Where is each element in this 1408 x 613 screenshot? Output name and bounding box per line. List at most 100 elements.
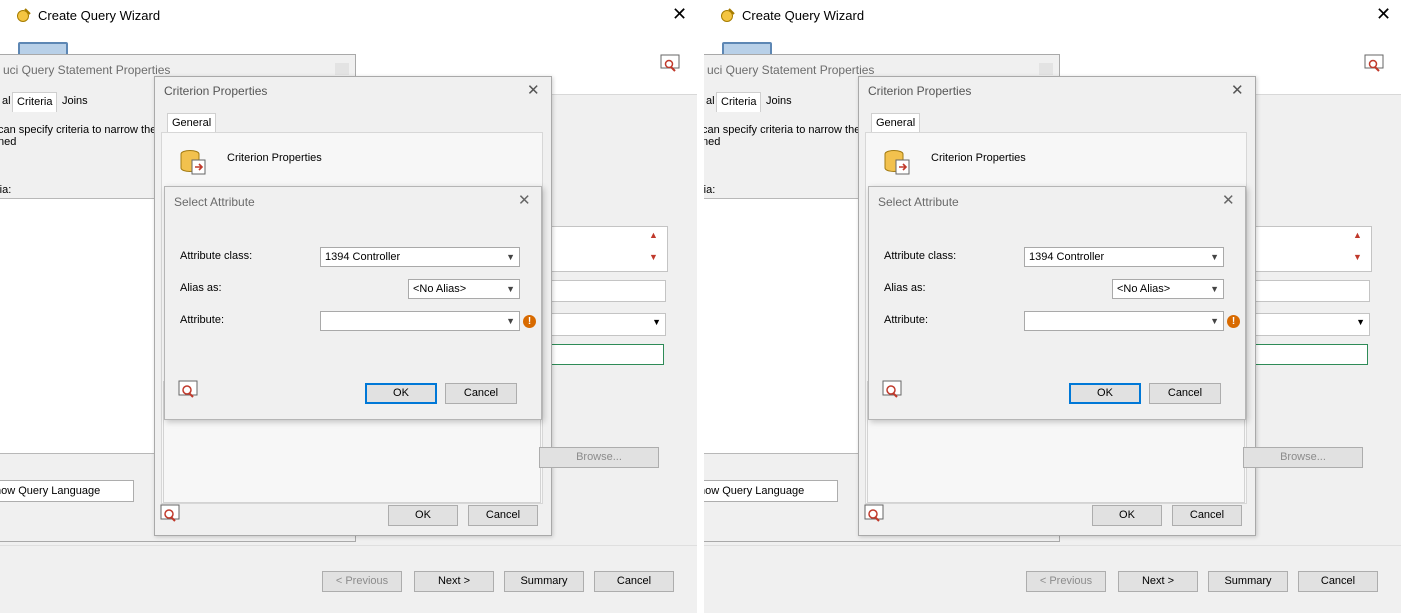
select-attribute-cancel-button[interactable]: Cancel [445, 383, 517, 404]
cancel-button[interactable]: Cancel [594, 571, 674, 592]
select-attribute-dialog: Select Attribute ✕ Attribute class: 1394… [164, 186, 542, 420]
help-user-icon[interactable] [881, 379, 903, 401]
select-attribute-close-button[interactable]: ✕ [1222, 191, 1235, 209]
alias-dropdown[interactable]: <No Alias> ▼ [408, 279, 520, 299]
wizard-footer: < Previous Next > Summary Cancel [704, 545, 1401, 613]
help-user-icon[interactable] [1364, 54, 1384, 74]
value-field-2[interactable]: ▼ [548, 313, 666, 336]
criteria-description: can specify criteria to narrow the ned [704, 124, 861, 148]
criterion-properties-header: Criterion Properties [931, 152, 1026, 164]
summary-button[interactable]: Summary [504, 571, 584, 592]
wizard-close-button[interactable]: ✕ [672, 4, 687, 25]
wizard-title-bar: Create Query Wizard ✕ [0, 0, 697, 32]
attribute-class-label: Attribute class: [180, 250, 253, 262]
tab-criteria[interactable]: Criteria [12, 92, 58, 112]
attribute-dropdown[interactable]: ▼ [320, 311, 520, 331]
move-up-icon[interactable]: ▲ [649, 230, 658, 240]
move-down-icon[interactable]: ▼ [649, 252, 658, 262]
database-criterion-icon [884, 150, 910, 175]
value-field-1[interactable] [548, 280, 666, 302]
value-list-scroll[interactable]: ▲ ▼ [1350, 228, 1366, 268]
show-query-language-button[interactable]: how Query Language [704, 480, 838, 502]
select-attribute-title: Select Attribute [174, 195, 255, 209]
show-query-language-button[interactable]: how Query Language [0, 480, 134, 502]
help-user-icon[interactable] [177, 379, 199, 401]
next-button[interactable]: Next > [1118, 571, 1198, 592]
chevron-down-icon: ▼ [1210, 316, 1219, 326]
cancel-button[interactable]: Cancel [1298, 571, 1378, 592]
alias-dropdown[interactable]: <No Alias> ▼ [1112, 279, 1224, 299]
move-down-icon[interactable]: ▼ [1353, 252, 1362, 262]
criteria-description: can specify criteria to narrow the ned [0, 124, 157, 148]
wizard-title: Create Query Wizard [742, 8, 865, 23]
wizard-app-icon [17, 8, 31, 22]
criterion-properties-close-button[interactable]: ✕ [527, 81, 540, 99]
wizard-title-bar: Create Query Wizard ✕ [704, 0, 1401, 32]
select-attribute-dialog: Select Attribute ✕ Attribute class: 1394… [868, 186, 1246, 420]
tab-general[interactable]: General [871, 113, 921, 132]
attribute-dropdown[interactable]: ▼ [1024, 311, 1224, 331]
chevron-down-icon: ▼ [506, 284, 515, 294]
value-field-2[interactable]: ▼ [1252, 313, 1370, 336]
chevron-down-icon: ▼ [506, 316, 515, 326]
query-statement-close-button[interactable] [335, 63, 349, 75]
wizard-footer: < Previous Next > Summary Cancel [0, 545, 697, 613]
database-criterion-icon [180, 150, 206, 175]
attribute-class-value: 1394 Controller [1029, 251, 1105, 263]
attribute-label: Attribute: [180, 314, 225, 326]
browse-button[interactable]: Browse... [1243, 447, 1363, 468]
summary-button[interactable]: Summary [1208, 571, 1288, 592]
criterion-ok-button[interactable]: OK [1092, 505, 1162, 526]
criterion-properties-title: Criterion Properties [164, 84, 268, 98]
select-attribute-cancel-button[interactable]: Cancel [1149, 383, 1221, 404]
tab-joins[interactable]: Joins [762, 92, 796, 111]
value-field-2-dropdown-arrow[interactable]: ▼ [652, 317, 661, 327]
criterion-properties-header: Criterion Properties [227, 152, 322, 164]
attribute-class-dropdown[interactable]: 1394 Controller ▼ [1024, 247, 1224, 267]
wizard-app-icon [721, 8, 735, 22]
query-statement-close-button[interactable] [1039, 63, 1053, 75]
browse-button[interactable]: Browse... [539, 447, 659, 468]
select-attribute-close-button[interactable]: ✕ [518, 191, 531, 209]
value-field-3[interactable] [548, 344, 664, 365]
tab-joins[interactable]: Joins [58, 92, 92, 111]
alias-value: <No Alias> [413, 283, 467, 295]
warning-icon: ! [523, 315, 536, 328]
help-user-icon[interactable] [660, 54, 680, 74]
criteria-label: ria: [704, 184, 716, 196]
chevron-down-icon: ▼ [506, 252, 515, 262]
tab-criteria[interactable]: Criteria [716, 92, 762, 112]
criteria-label: ria: [0, 184, 12, 196]
value-field-2-dropdown-arrow[interactable]: ▼ [1356, 317, 1365, 327]
criteria-list[interactable] [704, 198, 860, 454]
tab-general[interactable]: General [167, 113, 217, 132]
wizard-title: Create Query Wizard [38, 8, 161, 23]
screenshot-panel-right: Create Query Wizard ✕ uci Query Statemen… [704, 0, 1401, 613]
attribute-class-dropdown[interactable]: 1394 Controller ▼ [320, 247, 520, 267]
select-attribute-ok-button[interactable]: OK [1069, 383, 1141, 404]
criterion-cancel-button[interactable]: Cancel [1172, 505, 1242, 526]
criterion-properties-close-button[interactable]: ✕ [1231, 81, 1244, 99]
move-up-icon[interactable]: ▲ [1353, 230, 1362, 240]
alias-label: Alias as: [884, 282, 926, 294]
value-field-1[interactable] [1252, 280, 1370, 302]
select-attribute-ok-button[interactable]: OK [365, 383, 437, 404]
next-button[interactable]: Next > [414, 571, 494, 592]
criteria-list[interactable] [0, 198, 156, 454]
previous-button[interactable]: < Previous [322, 571, 402, 592]
help-user-icon[interactable] [863, 503, 885, 525]
attribute-class-label: Attribute class: [884, 250, 957, 262]
previous-button[interactable]: < Previous [1026, 571, 1106, 592]
attribute-class-value: 1394 Controller [325, 251, 401, 263]
wizard-close-button[interactable]: ✕ [1376, 4, 1391, 25]
alias-label: Alias as: [180, 282, 222, 294]
criterion-ok-button[interactable]: OK [388, 505, 458, 526]
select-attribute-title: Select Attribute [878, 195, 959, 209]
help-user-icon[interactable] [159, 503, 181, 525]
chevron-down-icon: ▼ [1210, 252, 1219, 262]
value-list-scroll[interactable]: ▲ ▼ [646, 228, 662, 268]
warning-icon: ! [1227, 315, 1240, 328]
value-field-3[interactable] [1252, 344, 1368, 365]
query-statement-title: uci Query Statement Properties [3, 63, 171, 77]
criterion-cancel-button[interactable]: Cancel [468, 505, 538, 526]
